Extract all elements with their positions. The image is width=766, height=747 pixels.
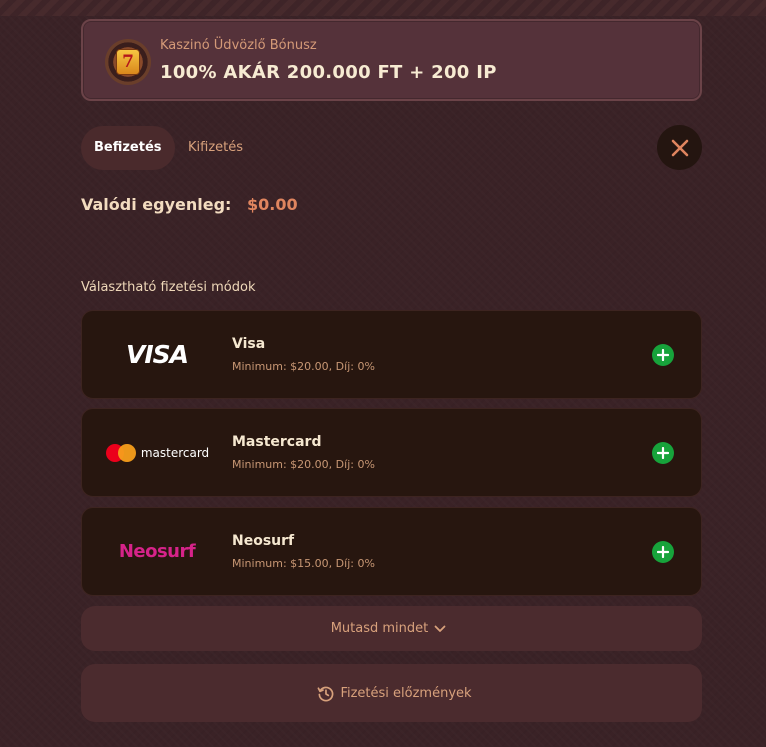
payment-methods-heading: Választható fizetési módok [81,280,256,295]
bonus-subtitle: Kaszinó Üdvözlő Bónusz [160,38,317,53]
slot-machine-icon: 7 [105,39,151,85]
bonus-title: 100% AKÁR 200.000 FT + 200 IP [160,62,497,83]
add-visa-button[interactable] [652,344,674,366]
payment-method-neosurf[interactable]: Neosurf Neosurf Minimum: $15.00, Díj: 0% [81,507,702,596]
payment-panel: 7 Kaszinó Üdvözlő Bónusz 100% AKÁR 200.0… [81,19,702,722]
plus-icon [657,447,669,459]
method-meta: Minimum: $15.00, Díj: 0% [232,557,375,570]
close-icon [671,139,688,156]
balance-amount: $0.00 [247,195,298,214]
method-meta: Minimum: $20.00, Díj: 0% [232,360,375,373]
add-mastercard-button[interactable] [652,442,674,464]
tab-deposit[interactable]: Befizetés [81,126,175,170]
history-icon [317,685,334,702]
balance-label: Valódi egyenleg: [81,195,232,214]
real-balance: Valódi egyenleg: $0.00 [81,195,298,214]
plus-icon [657,546,669,558]
close-button[interactable] [657,125,702,170]
payment-history-label: Fizetési előzmények [340,685,472,701]
neosurf-logo: Neosurf [102,508,212,595]
tab-withdrawal[interactable]: Kifizetés [175,126,256,170]
visa-logo: VISA [102,311,212,398]
method-name: Mastercard [232,434,322,450]
payment-history-button[interactable]: Fizetési előzmények [81,664,702,722]
payment-method-visa[interactable]: VISA Visa Minimum: $20.00, Díj: 0% [81,310,702,399]
neosurf-logo-text: Neosurf [118,541,196,562]
show-all-button[interactable]: Mutasd mindet [81,606,702,651]
top-pattern-band [0,0,766,16]
mastercard-logo-text: mastercard [140,445,210,460]
payment-method-mastercard[interactable]: mastercard Mastercard Minimum: $20.00, D… [81,408,702,497]
plus-icon [657,349,669,361]
mastercard-logo: mastercard [102,409,212,496]
slot-seven: 7 [116,49,140,75]
mastercard-circles-icon [105,443,136,462]
show-all-label: Mutasd mindet [330,621,429,636]
method-name: Visa [232,336,266,352]
method-meta: Minimum: $20.00, Díj: 0% [232,458,375,471]
visa-logo-text: VISA [125,340,189,369]
method-name: Neosurf [232,533,295,549]
add-neosurf-button[interactable] [652,541,674,563]
welcome-bonus-banner[interactable]: 7 Kaszinó Üdvözlő Bónusz 100% AKÁR 200.0… [81,19,702,101]
chevron-down-icon [434,625,446,633]
